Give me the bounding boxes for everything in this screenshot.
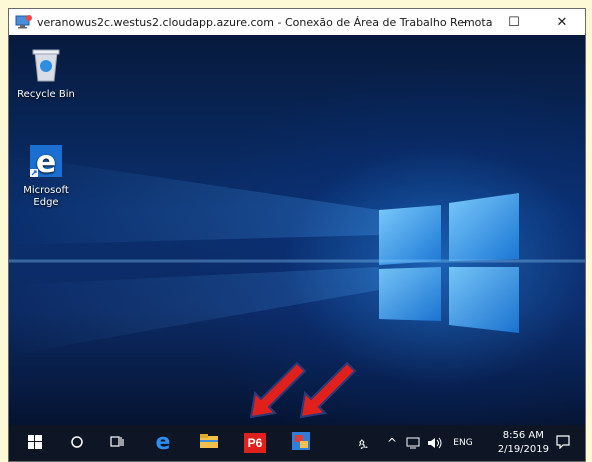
- search-circle-icon: [70, 434, 84, 453]
- clock-time: 8:56 AM: [502, 430, 544, 441]
- language-button[interactable]: ENG: [449, 425, 477, 461]
- svg-text:e: e: [156, 431, 171, 451]
- taskbar-file-explorer[interactable]: [189, 425, 229, 461]
- taskbar: e P6 ጷ ^ ENG 8:56 AM 2/19/2019: [9, 425, 585, 461]
- maximize-button[interactable]: ☐: [491, 9, 537, 35]
- window-title: veranowus2c.westus2.cloudapp.azure.com -…: [37, 15, 493, 29]
- desktop: Recycle Bin e Microsoft Edge: [9, 35, 585, 427]
- clock[interactable]: 8:56 AM 2/19/2019: [498, 429, 549, 457]
- volume-button[interactable]: [425, 425, 445, 461]
- remote-desktop-icon: [15, 14, 33, 30]
- people-button[interactable]: ጷ: [353, 425, 373, 461]
- svg-text:e: e: [36, 145, 56, 179]
- recycle-bin-icon: [29, 49, 63, 86]
- desktop-icon-label: Microsoft Edge: [23, 185, 69, 208]
- folder-icon: [199, 433, 219, 453]
- network-icon: [406, 434, 420, 453]
- edge-icon: e: [153, 430, 173, 455]
- search-button[interactable]: [57, 425, 97, 461]
- minimize-button[interactable]: –: [441, 9, 487, 35]
- top-strip: [0, 0, 592, 8]
- desktop-icon-microsoft-edge[interactable]: e Microsoft Edge: [16, 143, 76, 209]
- taskbar-edge[interactable]: e: [143, 425, 183, 461]
- taskbar-p6-app[interactable]: P6: [235, 425, 275, 461]
- speaker-icon: [427, 434, 443, 453]
- notification-icon: [556, 434, 570, 453]
- desktop-icon-label: Recycle Bin: [17, 89, 75, 100]
- action-center-button[interactable]: [549, 425, 577, 461]
- windows-logo-icon: [28, 434, 42, 453]
- close-button[interactable]: ✕: [539, 9, 585, 35]
- task-view-icon: [110, 434, 124, 453]
- language-indicator: ENG: [453, 438, 473, 448]
- clock-date: 2/19/2019: [497, 444, 549, 455]
- app-icon: [291, 431, 311, 455]
- taskbar-app[interactable]: [281, 425, 321, 461]
- people-icon: ጷ: [358, 435, 368, 450]
- start-button[interactable]: [15, 425, 55, 461]
- red-arrow-annotation: [299, 361, 357, 419]
- title-bar: veranowus2c.westus2.cloudapp.azure.com -…: [9, 9, 585, 35]
- desktop-icon-recycle-bin[interactable]: Recycle Bin: [16, 47, 76, 101]
- remote-desktop-window: veranowus2c.westus2.cloudapp.azure.com -…: [8, 8, 586, 462]
- edge-icon: e: [28, 145, 64, 182]
- chevron-up-icon: ^: [386, 436, 398, 450]
- p6-icon: P6: [244, 433, 266, 453]
- network-button[interactable]: [403, 425, 423, 461]
- task-view-button[interactable]: [97, 425, 137, 461]
- show-hidden-icons-button[interactable]: ^: [383, 425, 401, 461]
